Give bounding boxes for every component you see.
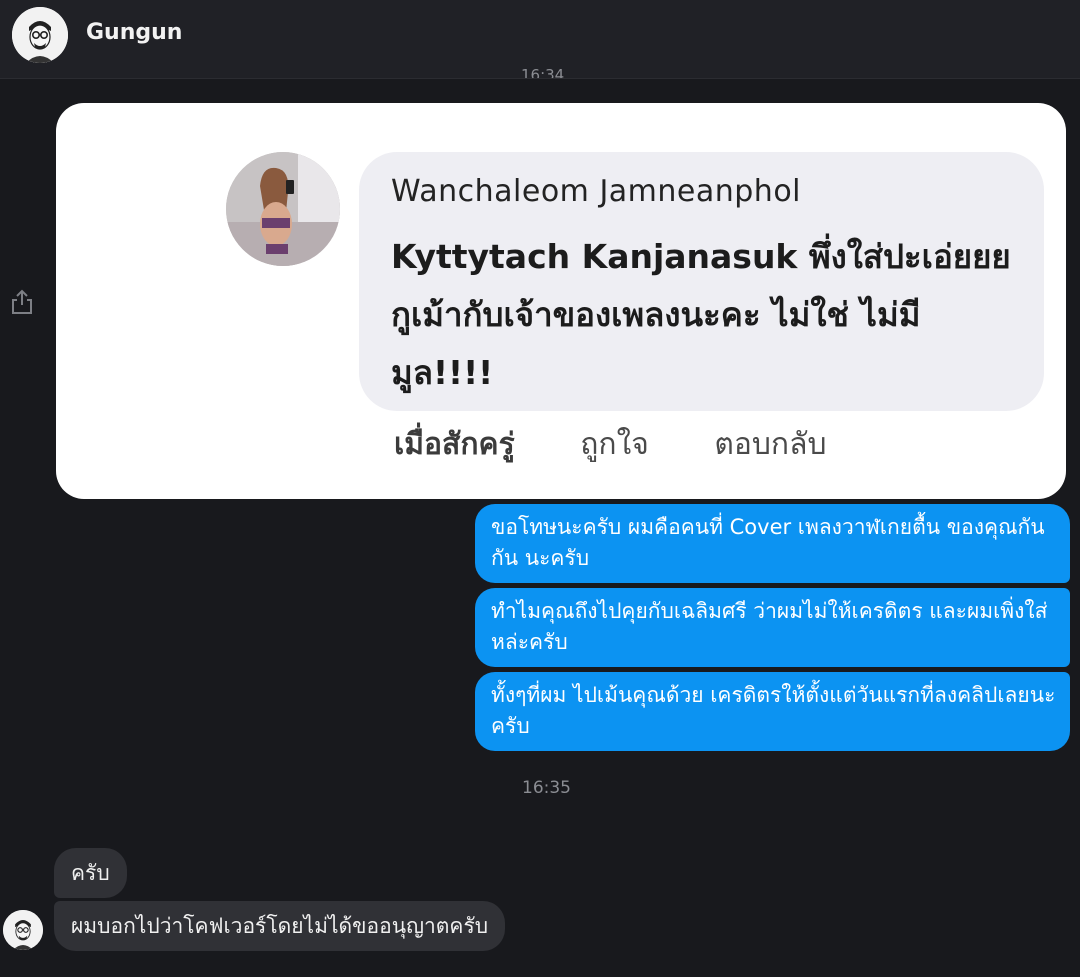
contact-avatar[interactable] [12, 7, 68, 63]
sender-avatar[interactable] [3, 910, 43, 950]
comment-bubble: Wanchaleom Jamneanphol Kyttytach Kanjana… [359, 152, 1044, 411]
outgoing-message[interactable]: ทั้งๆที่ผม ไปเม้นคุณด้วย เครดิตรให้ตั้งแ… [475, 672, 1070, 751]
comment-time: เมื่อสักครู่ [394, 427, 515, 462]
outgoing-message[interactable]: ขอโทษนะครับ ผมคือคนที่ Cover เพลงวาฬเกยต… [475, 504, 1070, 583]
commenter-photo [226, 152, 340, 266]
comment-actions: เมื่อสักครู่ ถูกใจ ตอบกลับ [394, 421, 883, 468]
incoming-message[interactable]: ครับ [54, 848, 127, 898]
share-button[interactable] [10, 288, 34, 316]
incoming-message[interactable]: ผมบอกไปว่าโคฟเวอร์โดยไม่ได้ขออนุญาตครับ [54, 901, 506, 951]
shared-screenshot-image[interactable]: Wanchaleom Jamneanphol Kyttytach Kanjana… [56, 103, 1066, 499]
timestamp-middle: 16:35 [522, 778, 571, 798]
comment-reply-link: ตอบกลับ [714, 427, 827, 462]
comment-like-link: ถูกใจ [580, 427, 649, 462]
chat-window: Gungun 16:34 Wanchaleom Jamneanphol Kytt… [0, 0, 1080, 977]
comment-text: Kyttytach Kanjanasuk พึ่งใส่ปะเอ่ยยย กูเ… [391, 237, 1011, 392]
timestamp-top: 16:34 [521, 66, 565, 78]
outgoing-message[interactable]: ทำไมคุณถึงไปคุยกับเฉลิมศรี ว่าผมไม่ให้เค… [475, 588, 1070, 667]
share-icon [12, 289, 32, 314]
avatar-cartoon-glasses-icon [3, 910, 43, 950]
person-photo-icon [226, 152, 340, 266]
contact-name[interactable]: Gungun [86, 20, 182, 45]
comment-author: Wanchaleom Jamneanphol [391, 174, 802, 209]
avatar-cartoon-glasses-icon [12, 7, 68, 63]
